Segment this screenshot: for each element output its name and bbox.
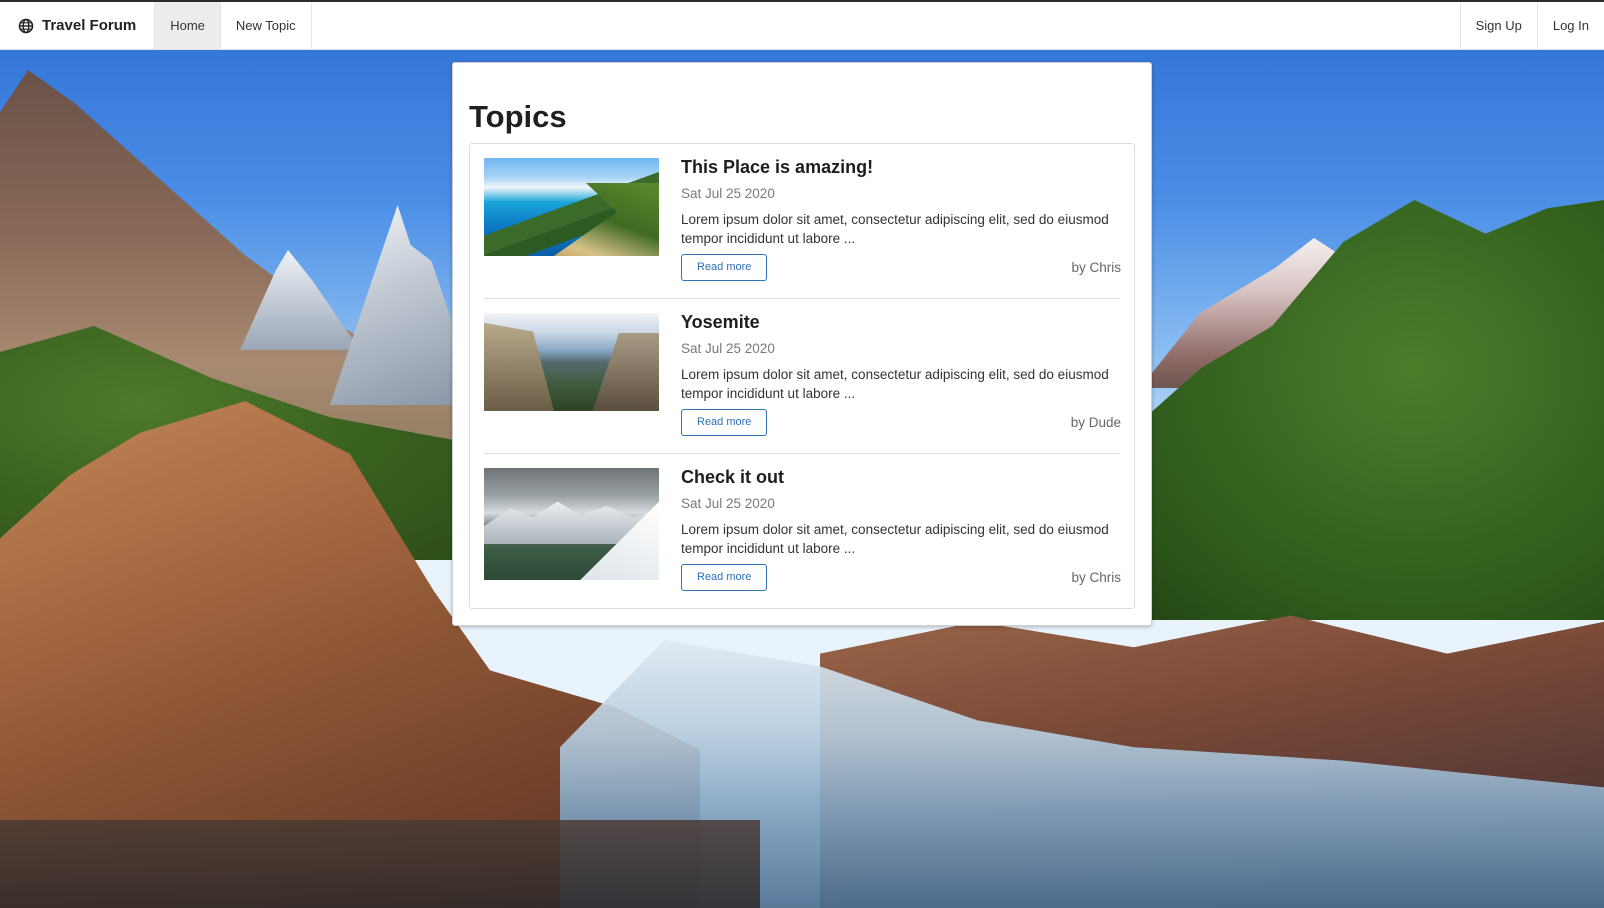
topic-item: Check it out Sat Jul 25 2020 Lorem ipsum… xyxy=(484,454,1121,609)
topic-excerpt: Lorem ipsum dolor sit amet, consectetur … xyxy=(681,367,1109,401)
topic-body: Check it out Sat Jul 25 2020 Lorem ipsum… xyxy=(681,466,1121,609)
top-navbar: Travel Forum Home New Topic Sign Up Log … xyxy=(0,0,1604,50)
topic-footer: Read more by Dude xyxy=(681,409,1121,436)
pool xyxy=(0,820,760,908)
topic-footer: Read more by Chris xyxy=(681,254,1121,281)
nav-home[interactable]: Home xyxy=(154,2,220,49)
topic-thumbnail-beach[interactable] xyxy=(484,158,659,256)
topic-thumbnail-mountains[interactable] xyxy=(484,468,659,580)
globe-icon xyxy=(18,18,34,34)
nav-log-in[interactable]: Log In xyxy=(1536,2,1604,49)
topic-title[interactable]: Yosemite xyxy=(681,311,1121,333)
topic-author: by Dude xyxy=(1070,415,1121,430)
read-more-button[interactable]: Read more xyxy=(681,254,768,281)
nav-left: Home New Topic xyxy=(154,2,312,49)
topic-date: Sat Jul 25 2020 xyxy=(681,186,775,201)
read-more-button[interactable]: Read more xyxy=(681,409,768,436)
topic-title[interactable]: This Place is amazing! xyxy=(681,156,1121,178)
read-more-button[interactable]: Read more xyxy=(681,564,768,591)
nav-sign-up[interactable]: Sign Up xyxy=(1459,2,1537,49)
topics-panel: Topics This Place is amazing! Sat Jul 25… xyxy=(452,62,1152,626)
brand-name: Travel Forum xyxy=(42,17,137,34)
topic-title[interactable]: Check it out xyxy=(681,466,1121,488)
brand-link[interactable]: Travel Forum xyxy=(0,2,154,49)
topic-item: Yosemite Sat Jul 25 2020 Lorem ipsum dol… xyxy=(484,299,1121,454)
topic-footer: Read more by Chris xyxy=(681,564,1121,591)
topic-body: This Place is amazing! Sat Jul 25 2020 L… xyxy=(681,156,1121,298)
topic-excerpt: Lorem ipsum dolor sit amet, consectetur … xyxy=(681,522,1109,556)
topic-thumbnail-yosemite[interactable] xyxy=(484,313,659,411)
topic-date: Sat Jul 25 2020 xyxy=(681,341,775,356)
topic-body: Yosemite Sat Jul 25 2020 Lorem ipsum dol… xyxy=(681,311,1121,453)
topic-author: by Chris xyxy=(1071,570,1121,585)
topic-item: This Place is amazing! Sat Jul 25 2020 L… xyxy=(484,144,1121,299)
page-title: Topics xyxy=(469,99,567,134)
topic-author: by Chris xyxy=(1071,260,1121,275)
topic-excerpt: Lorem ipsum dolor sit amet, consectetur … xyxy=(681,212,1109,246)
topic-date: Sat Jul 25 2020 xyxy=(681,496,775,511)
topic-list: This Place is amazing! Sat Jul 25 2020 L… xyxy=(469,143,1135,609)
nav-right: Sign Up Log In xyxy=(1459,2,1604,49)
nav-new-topic[interactable]: New Topic xyxy=(219,2,312,49)
